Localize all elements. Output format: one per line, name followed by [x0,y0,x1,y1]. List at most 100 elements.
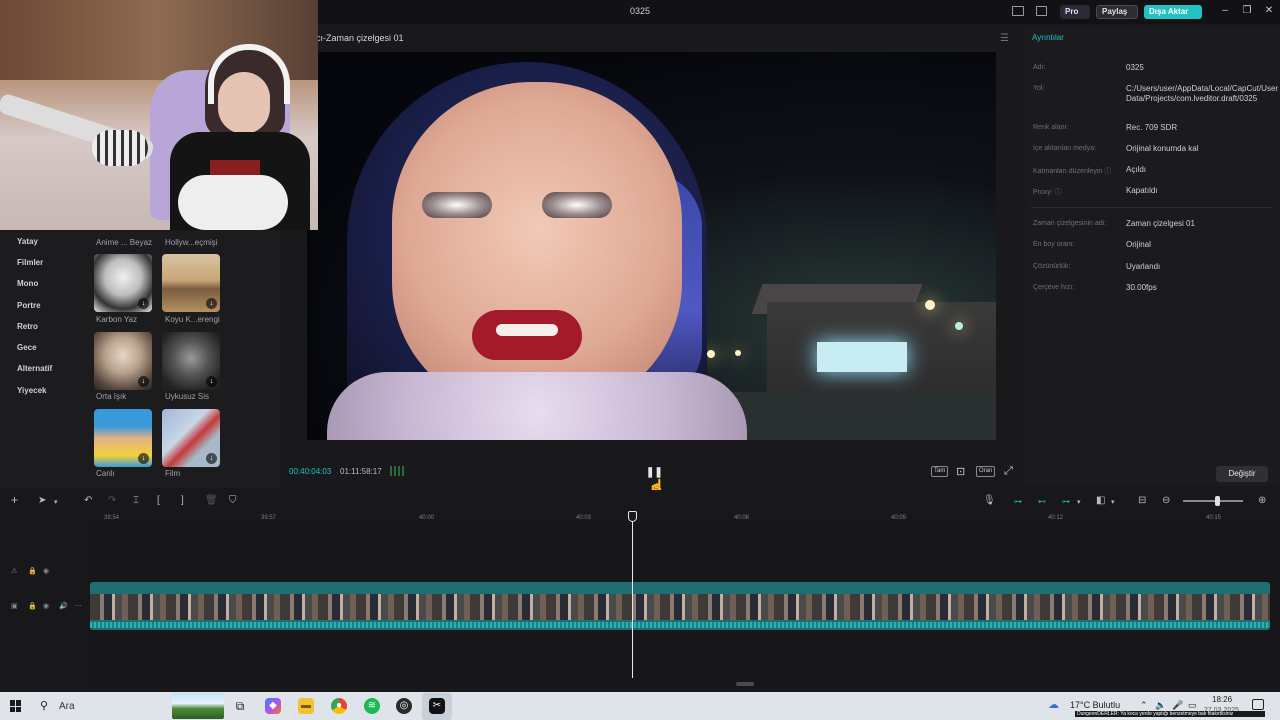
ratio-button[interactable]: Oran [976,466,996,477]
capcut-icon[interactable]: ✂ [429,698,445,714]
zoom-slider-handle[interactable] [1215,496,1220,506]
category-yiyecek[interactable]: Yiyecek [17,386,47,395]
share-button[interactable]: Paylaş [1096,5,1138,19]
detail-label: Yol: [1033,85,1045,92]
webcam-overlay [0,0,318,230]
network-icon[interactable]: ▭ [1188,700,1197,711]
spotify-icon[interactable]: ≋ [364,698,380,714]
detail-label: Çözünürlük: [1033,263,1071,270]
detail-value: Orijinal [1126,240,1151,249]
caption-icon[interactable]: ⊟ [1138,495,1146,506]
split-icon[interactable]: ⌶ [133,495,139,506]
obs-icon[interactable]: ◎ [396,698,412,714]
playhead[interactable] [632,512,633,678]
category-mono[interactable]: Mono [17,279,38,288]
chevron-down-icon[interactable]: ▾ [54,498,58,506]
preview-axis-icon[interactable]: ◧ [1096,495,1105,506]
filter-thumb-orta-isik[interactable]: ↓ [94,332,152,390]
playhead-handle[interactable] [628,511,637,522]
chevron-down-icon[interactable]: ▾ [1111,498,1115,506]
screenshot-icon[interactable]: ⊡ [956,465,965,478]
microphone-icon[interactable]: 🎙 [983,495,996,506]
chevron-down-icon[interactable]: ▾ [1077,498,1081,506]
weather-icon[interactable]: ☁ [1048,698,1059,711]
weather-text[interactable]: 17°C Bulutlu [1070,700,1120,710]
file-explorer-icon[interactable]: ▬ [298,698,314,714]
menu-icon[interactable]: ☰ [1000,33,1009,44]
select-tool-icon[interactable]: ➤ [38,495,46,506]
trim-left-icon[interactable]: [ [157,495,160,506]
minimize-icon[interactable]: – [1218,5,1232,16]
full-quality-button[interactable]: Tam [931,466,949,477]
filter-thumb-canli[interactable]: ↓ [94,409,152,467]
lock-icon[interactable]: 🔒 [28,602,37,610]
layout-icon[interactable] [1012,6,1024,16]
category-portre[interactable]: Portre [17,301,41,310]
main-track-magnet-icon[interactable]: ⊶ [1014,497,1022,506]
lock-icon[interactable]: 🔒 [28,567,37,575]
export-button[interactable]: Dışa Aktar [1144,5,1202,19]
filter-thumb-koyu[interactable]: ↓ [162,254,220,312]
horizontal-scrollbar[interactable] [736,682,754,686]
download-icon[interactable]: ↓ [206,298,217,309]
zoom-in-icon[interactable]: ⊕ [1258,495,1266,506]
chat-ticker: DungeonDERLER: Ya koca yerde yaptığı ben… [1075,711,1265,717]
add-icon[interactable]: + [11,493,18,507]
filter-thumb-uykusuz[interactable]: ↓ [162,332,220,390]
windows-start-icon[interactable] [10,700,22,712]
ruler-tick: 40:12 [1048,515,1064,521]
detail-label: İçe aktarılan medya: [1033,145,1097,152]
eye-icon[interactable]: ◉ [43,602,49,610]
volume-icon[interactable]: 🔈 [1155,700,1166,711]
download-icon[interactable]: ↓ [138,298,149,309]
taskbar-time[interactable]: 18:26 [1212,695,1232,704]
taskbar-search[interactable]: Ara [59,701,75,712]
search-highlight-image[interactable] [172,693,224,719]
eye-icon[interactable]: ◉ [43,567,49,575]
more-icon[interactable]: ⋯ [75,602,82,610]
detail-value: Uyarlandı [1126,262,1161,271]
pause-button[interactable]: ❚❚ [646,467,663,478]
ruler-tick: 40:09 [891,515,907,521]
shield-icon[interactable]: ⛉ [229,495,237,506]
shortcut-icon[interactable] [1036,6,1047,16]
microphone-tray-icon[interactable]: 🎤 [1172,700,1183,711]
filter-thumb-film[interactable]: ↓ [162,409,220,467]
chevron-up-icon[interactable]: ⌃ [1140,700,1148,711]
delete-icon[interactable]: 🗑 [205,495,218,506]
download-icon[interactable]: ↓ [206,453,217,464]
change-button[interactable]: Değiştir [1216,466,1268,482]
copilot-icon[interactable]: ◆ [265,698,281,714]
download-icon[interactable]: ↓ [138,453,149,464]
task-view-icon[interactable]: ⧉ [232,698,248,714]
download-icon[interactable]: ↓ [206,376,217,387]
redo-icon[interactable]: ↷ [108,495,116,506]
tab-details[interactable]: Ayrıntılar [1032,33,1064,42]
audio-meter-icon [390,466,404,476]
close-icon[interactable]: ✕ [1262,5,1276,16]
category-gece[interactable]: Gece [17,343,37,352]
zoom-slider-track[interactable] [1183,500,1243,502]
notification-icon[interactable] [1252,699,1264,710]
category-yatay[interactable]: Yatay [17,237,38,246]
search-icon[interactable]: ⚲ [40,699,48,712]
pro-button[interactable]: Pro [1060,5,1090,19]
download-icon[interactable]: ↓ [138,376,149,387]
category-filmler[interactable]: Filmler [17,258,43,267]
cover-icon[interactable]: ▣ [11,602,18,610]
fullscreen-icon[interactable]: ⤢ [1004,465,1013,478]
chrome-icon[interactable]: ● [331,698,347,714]
timeline-toolbar [0,490,1280,512]
auto-snap-icon[interactable]: ⊷ [1038,497,1046,506]
category-retro[interactable]: Retro [17,322,38,331]
category-alternatif[interactable]: Alternatif [17,364,52,373]
trim-right-icon[interactable]: ] [181,495,184,506]
filter-thumb-karbon[interactable]: ↓ [94,254,152,312]
speaker-icon[interactable]: 🔊 [59,602,68,610]
link-icon[interactable]: ⊶ [1062,497,1070,506]
undo-icon[interactable]: ↶ [84,495,92,506]
video-clip[interactable] [90,582,1270,630]
video-preview[interactable] [307,52,996,440]
maximize-icon[interactable]: ❐ [1240,5,1254,16]
zoom-out-icon[interactable]: ⊖ [1162,495,1170,506]
